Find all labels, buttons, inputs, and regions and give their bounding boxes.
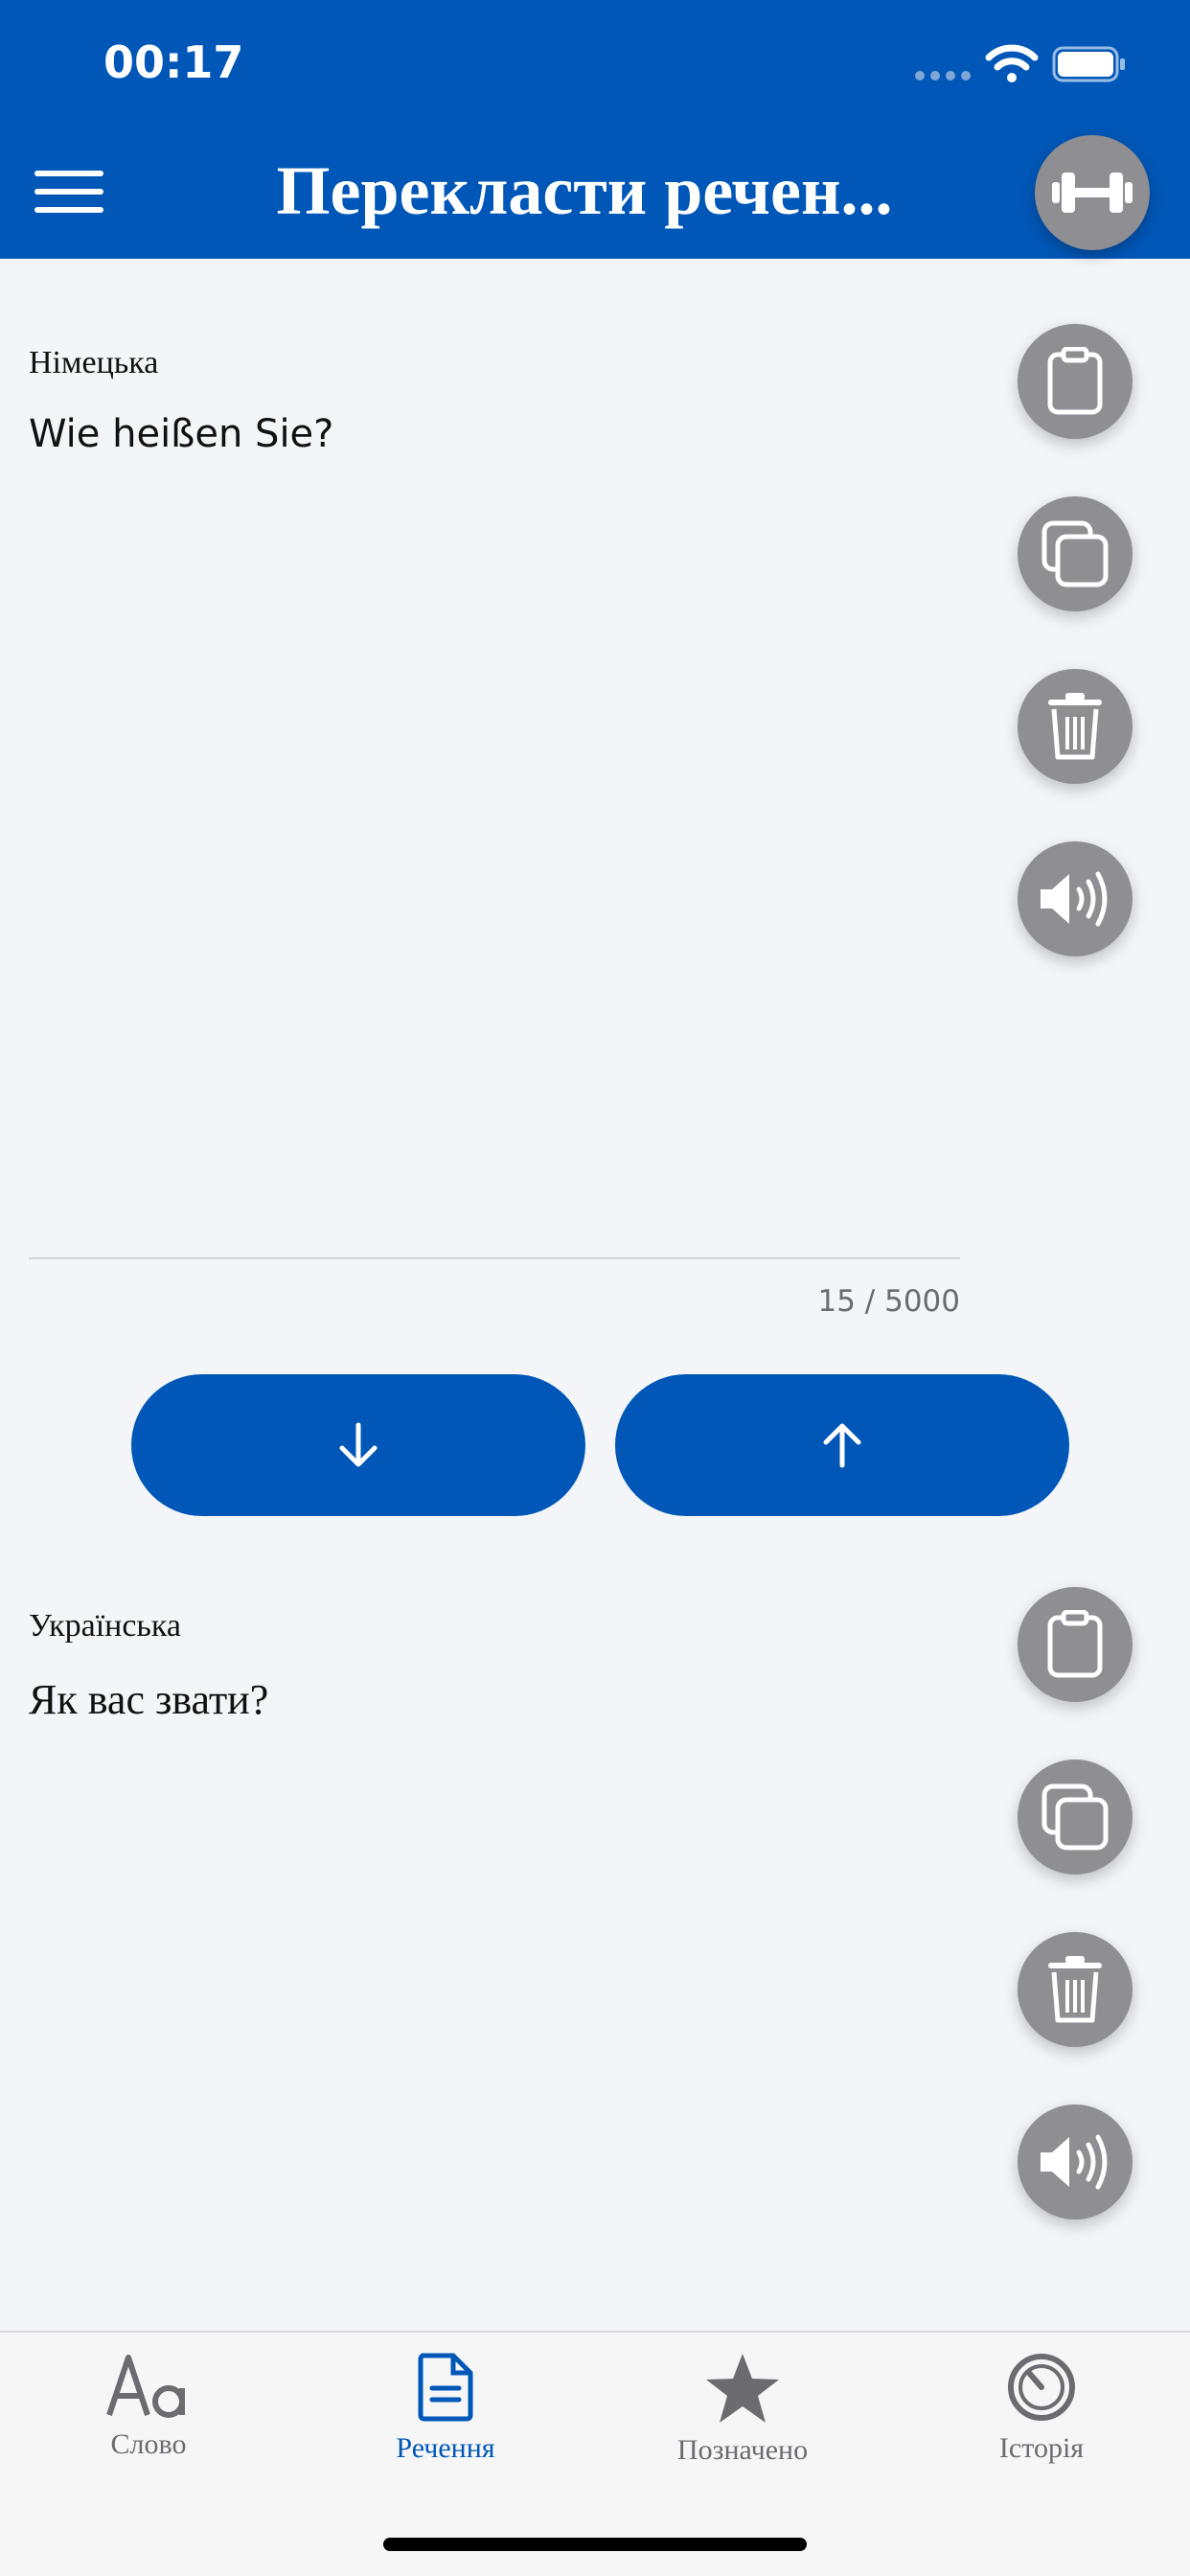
arrow-down-icon [339, 1422, 378, 1467]
tab-sentence-label: Речення [396, 2432, 495, 2464]
target-copy-button[interactable] [1018, 1760, 1133, 1874]
speaker-icon [1041, 871, 1108, 927]
translate-down-button[interactable] [131, 1374, 585, 1516]
history-clock-icon [1008, 2354, 1075, 2421]
page-title: Перекласти речен... [276, 152, 893, 229]
tab-sentence[interactable]: Речення [297, 2352, 594, 2496]
dumbbell-icon [1052, 172, 1133, 213]
tab-history[interactable]: Історія [893, 2352, 1190, 2496]
menu-button[interactable] [34, 171, 105, 215]
letters-aa-icon [106, 2355, 185, 2418]
character-counter: 15 / 5000 [817, 1284, 961, 1319]
document-icon [418, 2353, 473, 2422]
clipboard-icon [1047, 1610, 1103, 1678]
translate-up-button[interactable] [615, 1374, 1069, 1516]
source-delete-button[interactable] [1018, 669, 1133, 784]
wifi-icon [985, 44, 1039, 82]
copy-icon [1041, 520, 1109, 587]
trash-icon [1048, 693, 1102, 760]
app-header: 00:17 Перекласти речен... [0, 0, 1190, 259]
star-icon [706, 2354, 779, 2423]
source-speak-button[interactable] [1018, 841, 1133, 956]
clipboard-icon [1047, 347, 1103, 415]
status-time: 00:17 [103, 36, 244, 88]
speaker-icon [1041, 2134, 1108, 2190]
home-indicator [383, 2538, 807, 2551]
tab-bookmarked[interactable]: Позначено [594, 2352, 891, 2496]
target-paste-button[interactable] [1018, 1587, 1133, 1702]
target-text-output: Як вас звати? [29, 1676, 269, 1723]
source-copy-button[interactable] [1018, 496, 1133, 611]
practice-button[interactable] [1035, 135, 1150, 250]
tab-history-label: Історія [998, 2432, 1085, 2464]
copy-icon [1041, 1783, 1109, 1851]
source-language-label[interactable]: Німецька [29, 345, 158, 381]
source-text-input[interactable]: Wie heißen Sie? [29, 412, 333, 456]
trash-icon [1048, 1956, 1102, 2023]
target-delete-button[interactable] [1018, 1932, 1133, 2047]
target-speak-button[interactable] [1018, 2104, 1133, 2220]
tab-word-label: Слово [110, 2428, 187, 2460]
battery-icon [1052, 46, 1125, 82]
tab-bookmarked-label: Позначено [676, 2434, 809, 2466]
cellular-signal-icon [915, 71, 973, 80]
source-paste-button[interactable] [1018, 324, 1133, 439]
arrow-up-icon [823, 1423, 861, 1468]
tab-word[interactable]: Слово [0, 2352, 297, 2496]
target-language-label[interactable]: Українська [29, 1608, 181, 1644]
input-divider [29, 1257, 960, 1259]
